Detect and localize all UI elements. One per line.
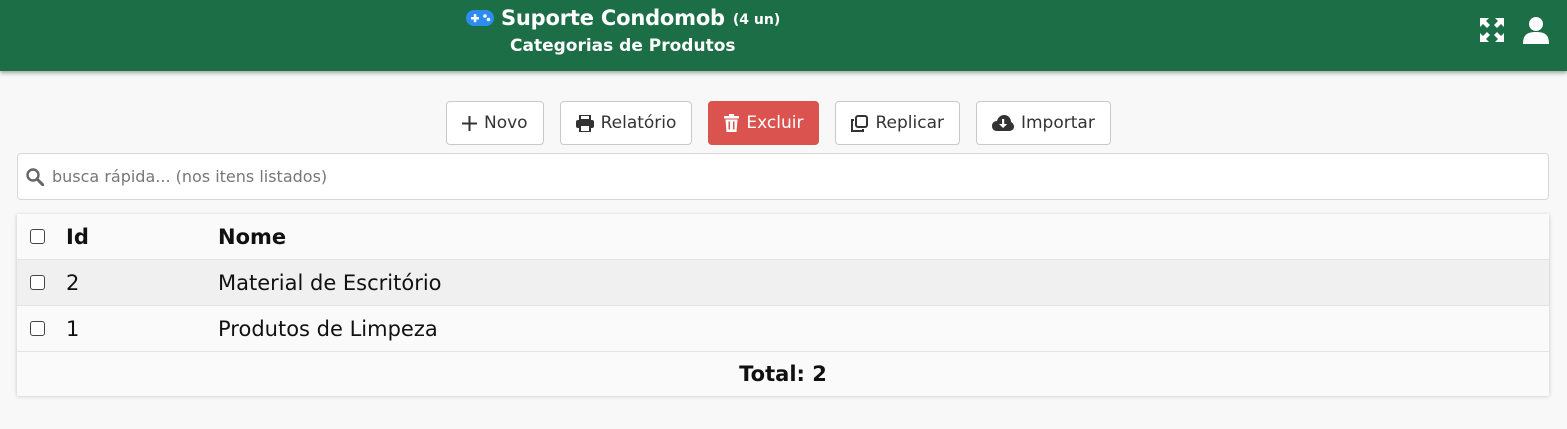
table-row[interactable]: 1 Produtos de Limpeza <box>17 306 1549 352</box>
table-total: Total: 2 <box>17 352 1549 396</box>
relatorio-button[interactable]: Relatório <box>559 101 693 145</box>
table-header: Id Nome <box>17 214 1549 260</box>
cloud-download-icon <box>991 115 1014 131</box>
cell-id: 2 <box>66 270 80 295</box>
importar-button[interactable]: Importar <box>975 101 1111 145</box>
excluir-label: Excluir <box>746 113 804 133</box>
top-bar: Suporte Condomob (4 un) Categorias de Pr… <box>0 0 1567 71</box>
row-checkbox[interactable] <box>30 321 45 336</box>
excluir-button[interactable]: Excluir <box>708 101 820 145</box>
row-checkbox[interactable] <box>30 275 45 290</box>
copy-icon <box>851 114 869 132</box>
search-icon <box>26 167 44 186</box>
cell-id: 1 <box>66 316 80 341</box>
replicar-label: Replicar <box>875 113 944 133</box>
trash-icon <box>724 114 740 132</box>
plus-icon <box>462 115 477 131</box>
categories-table: Id Nome 2 Material de Escritório 1 Produ… <box>17 214 1549 396</box>
cell-nome: Produtos de Limpeza <box>218 316 438 341</box>
column-header-id[interactable]: Id <box>66 225 218 249</box>
select-all-checkbox[interactable] <box>30 229 45 244</box>
table-row[interactable]: 2 Material de Escritório <box>17 260 1549 306</box>
column-header-nome[interactable]: Nome <box>218 225 1549 249</box>
page-subtitle: Categorias de Produtos <box>510 36 736 56</box>
fullscreen-icon[interactable] <box>1477 15 1507 45</box>
replicar-button[interactable]: Replicar <box>835 101 960 145</box>
gamepad-icon <box>465 8 495 28</box>
search-box <box>17 153 1549 200</box>
novo-label: Novo <box>484 113 528 133</box>
user-icon[interactable] <box>1521 15 1551 45</box>
relatorio-label: Relatório <box>600 113 677 133</box>
toolbar: Novo Relatório Excluir Replicar Importar <box>446 101 1111 145</box>
item-count: (4 un) <box>732 11 781 28</box>
importar-label: Importar <box>1020 113 1095 133</box>
title-block: Suporte Condomob (4 un) Categorias de Pr… <box>465 4 825 56</box>
printer-icon <box>575 114 594 132</box>
app-title: Suporte Condomob <box>501 6 725 30</box>
cell-nome: Material de Escritório <box>218 270 442 295</box>
novo-button[interactable]: Novo <box>446 101 544 145</box>
search-input[interactable] <box>50 166 1548 187</box>
